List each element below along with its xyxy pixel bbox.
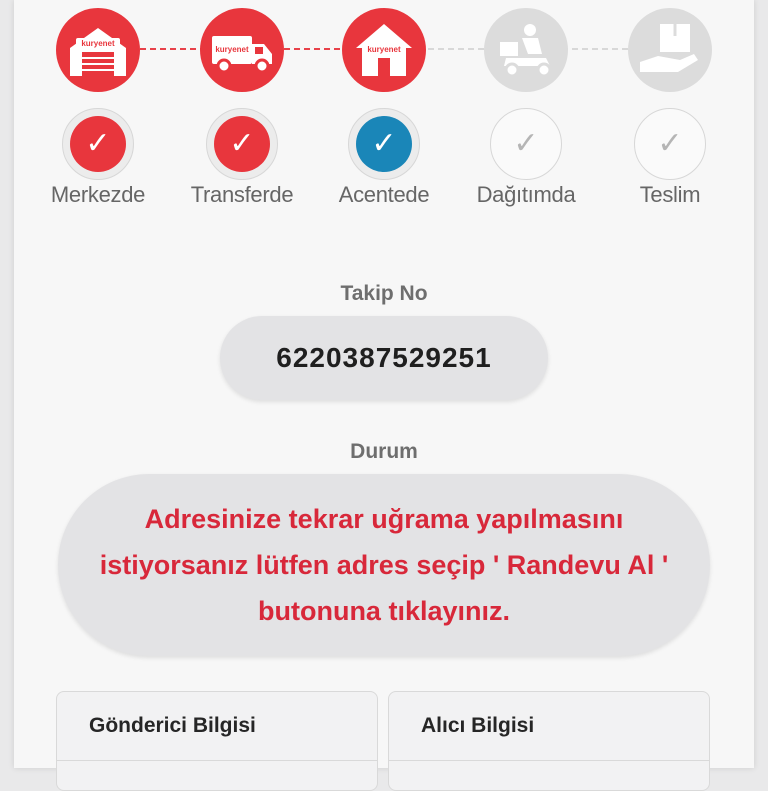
step-label: Acentede xyxy=(338,182,430,207)
tracking-number-value: 6220387529251 xyxy=(220,316,548,400)
checkmark-icon: ✓ xyxy=(513,127,539,160)
status-check-pending: ✓ xyxy=(634,108,706,180)
package-hand-icon xyxy=(628,8,712,92)
shipment-tracking-card: kuryenet ✓ Merkezde kuryenet ✓ Transferd… xyxy=(14,0,754,791)
sender-info-panel[interactable]: Gönderici Bilgisi xyxy=(56,691,378,791)
status-message: Adresinize tekrar uğrama yapılmasını ist… xyxy=(99,504,669,626)
status-check-active: ✓ xyxy=(348,108,420,180)
status-label: Durum xyxy=(350,440,418,463)
svg-text:kuryenet: kuryenet xyxy=(367,45,401,54)
status-message-box: Adresinize tekrar uğrama yapılmasını ist… xyxy=(58,474,710,656)
house-icon: kuryenet xyxy=(342,8,426,92)
tracking-number-label: Takip No xyxy=(340,282,428,305)
status-check-done: ✓ xyxy=(62,108,134,180)
warehouse-icon: kuryenet xyxy=(56,8,140,92)
checkmark-icon: ✓ xyxy=(657,127,683,160)
courier-scooter-icon xyxy=(484,8,568,92)
svg-text:kuryenet: kuryenet xyxy=(215,45,249,54)
status-check-pending: ✓ xyxy=(490,108,562,180)
receiver-info-title: Alıcı Bilgisi xyxy=(389,692,709,761)
svg-text:kuryenet: kuryenet xyxy=(81,39,115,48)
receiver-info-panel[interactable]: Alıcı Bilgisi xyxy=(388,691,710,791)
truck-icon: kuryenet xyxy=(200,8,284,92)
checkmark-icon: ✓ xyxy=(214,116,270,172)
step-label: Transferde xyxy=(190,182,294,207)
checkmark-icon: ✓ xyxy=(356,116,412,172)
checkmark-icon: ✓ xyxy=(70,116,126,172)
status-check-done: ✓ xyxy=(206,108,278,180)
step-label: Merkezde xyxy=(50,182,146,207)
step-label: Teslim xyxy=(639,182,701,207)
step-label: Dağıtımda xyxy=(476,182,576,207)
shipment-progress-tracker: kuryenet ✓ Merkezde kuryenet ✓ Transferd… xyxy=(14,0,754,240)
sender-info-title: Gönderici Bilgisi xyxy=(57,692,377,761)
